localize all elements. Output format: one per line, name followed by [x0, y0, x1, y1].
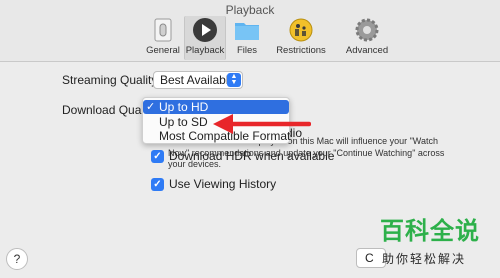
tab-advanced[interactable]: Advanced	[334, 16, 400, 60]
menu-item-label: Up to HD	[159, 100, 209, 114]
switch-icon	[150, 17, 176, 43]
tab-advanced-label: Advanced	[345, 45, 389, 56]
tab-general[interactable]: General	[142, 16, 184, 60]
play-icon	[192, 17, 218, 43]
streaming-quality-label: Streaming Quality:	[62, 73, 161, 87]
annotation-arrow-icon	[213, 114, 311, 134]
tab-playback[interactable]: Playback	[184, 16, 226, 60]
tab-restrictions-label: Restrictions	[276, 45, 326, 56]
viewing-history-label: Use Viewing History	[169, 177, 277, 191]
watermark-subtitle: 助你轻松解决	[382, 252, 467, 266]
preferences-toolbar: General Playback Files Restrictions Adva…	[142, 16, 400, 60]
tab-files[interactable]: Files	[226, 16, 268, 60]
checkmark-icon[interactable]: ✓	[151, 177, 164, 191]
streaming-quality-popup[interactable]: Best Available ▲ ▼	[153, 71, 243, 89]
streaming-quality-value: Best Available	[160, 73, 236, 87]
chevron-updown-icon: ▲ ▼	[227, 73, 241, 87]
window-titlebar: Playback General Playback Files Restrict…	[0, 0, 500, 62]
window-title: Playback	[225, 3, 275, 17]
gear-icon	[354, 17, 380, 43]
tab-restrictions[interactable]: Restrictions	[268, 16, 334, 60]
viewing-history-checkbox-row[interactable]: ✓ Use Viewing History	[151, 177, 276, 191]
folder-icon	[234, 17, 260, 43]
parental-controls-icon	[288, 17, 314, 43]
tab-playback-label: Playback	[185, 45, 225, 56]
menu-item-label: Up to SD	[159, 115, 208, 129]
help-button[interactable]: ?	[6, 248, 28, 270]
checkmark-icon[interactable]: ✓	[151, 149, 164, 163]
watermark: 百科全说 助你轻松解决	[360, 213, 500, 278]
watermark-title: 百科全说	[380, 217, 480, 245]
tab-general-label: General	[146, 45, 180, 56]
tab-files-label: Files	[236, 45, 258, 56]
menu-checkmark-icon: ✓	[146, 101, 156, 113]
